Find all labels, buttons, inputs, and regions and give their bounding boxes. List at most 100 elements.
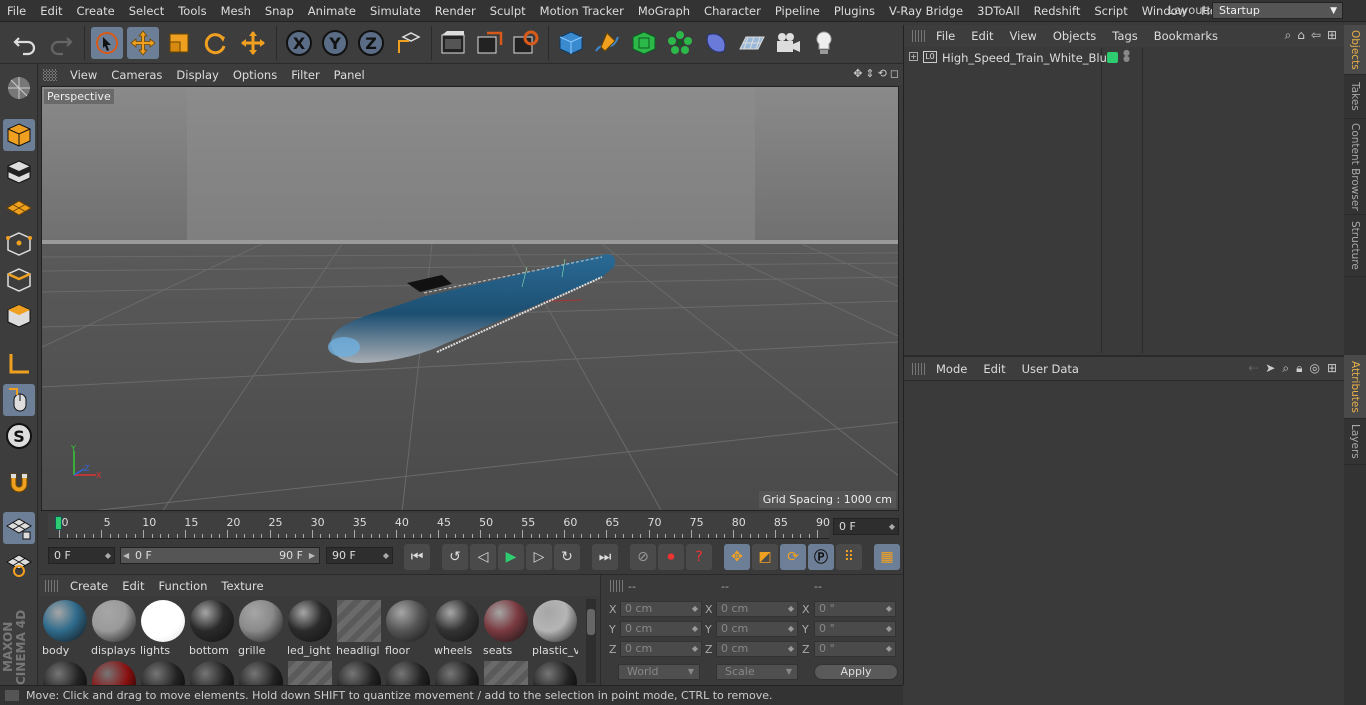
x-axis-icon[interactable]: X (283, 27, 315, 59)
cube-icon[interactable] (555, 27, 587, 59)
material-menu-texture[interactable]: Texture (214, 579, 270, 593)
subdivision-icon[interactable] (628, 27, 660, 59)
layout-select[interactable]: Startup ▼ (1212, 2, 1343, 19)
record-scale-icon[interactable]: ◩ (752, 544, 778, 570)
pointer-icon[interactable]: ➤ (1265, 361, 1275, 376)
attribute-menu-edit[interactable]: Edit (975, 362, 1013, 376)
coordinate-space-dropdown[interactable]: World ▼ (618, 664, 700, 680)
viewport-menu-display[interactable]: Display (169, 68, 225, 82)
deformer-icon[interactable] (700, 27, 732, 59)
model-mode-icon[interactable] (3, 119, 35, 151)
material-swatch[interactable]: headligl (336, 599, 382, 657)
material-preview[interactable] (288, 661, 332, 686)
target-icon[interactable]: ◎ (1309, 361, 1319, 376)
snap-magnet-icon[interactable] (3, 466, 35, 498)
material-preview[interactable] (43, 661, 87, 686)
material-swatch[interactable]: grille (238, 599, 284, 657)
rotation-h-field[interactable]: 0 ° ◆ (814, 601, 896, 617)
rotation-p-field[interactable]: 0 ° ◆ (814, 621, 896, 637)
menu-plugins[interactable]: Plugins (827, 4, 882, 18)
material-preview[interactable] (141, 661, 185, 686)
menu-sculpt[interactable]: Sculpt (483, 4, 533, 18)
planar-workplane-icon[interactable] (3, 548, 35, 580)
points-mode-icon[interactable] (3, 228, 35, 260)
back-arrow-icon[interactable]: ⇠ (1248, 361, 1258, 376)
previous-frame-icon[interactable]: ◁ (470, 544, 496, 570)
workplane-lock-icon[interactable] (3, 512, 35, 544)
pan-icon[interactable]: ✥ (853, 67, 862, 80)
material-swatch[interactable]: plastic_v (532, 599, 578, 657)
keyframe-selection-icon[interactable]: ? (686, 544, 712, 570)
material-menu-function[interactable]: Function (152, 579, 215, 593)
menu-character[interactable]: Character (697, 4, 768, 18)
position-z-field[interactable]: 0 cm ◆ (620, 641, 702, 657)
previous-key-icon[interactable]: ↺ (442, 544, 468, 570)
current-frame-field[interactable]: 0 F ◆ (833, 518, 899, 535)
rotation-b-field[interactable]: 0 ° ◆ (814, 641, 896, 657)
object-row[interactable]: + L0 High_Speed_Train_White_Blue ● ● (904, 49, 1345, 68)
material-preview[interactable] (386, 661, 430, 686)
material-swatch[interactable]: lights (140, 599, 186, 657)
go-to-start-icon[interactable]: ⏮ (404, 544, 430, 570)
lock-icon[interactable]: 🔒︎ (1296, 361, 1302, 376)
material-swatch[interactable]: displays (91, 599, 137, 657)
timeline-window-icon[interactable]: ▦ (874, 544, 900, 570)
menu-mograph[interactable]: MoGraph (631, 4, 697, 18)
tweak-mode-icon[interactable] (3, 384, 35, 416)
menu-script[interactable]: Script (1087, 4, 1134, 18)
dolly-icon[interactable]: ⇕ (865, 67, 874, 80)
z-axis-icon[interactable]: Z (355, 27, 387, 59)
object-menu-view[interactable]: View (1002, 29, 1045, 43)
material-preview[interactable] (484, 661, 528, 686)
viewport-menu-options[interactable]: Options (226, 68, 284, 82)
material-preview[interactable] (239, 661, 283, 686)
menu-create[interactable]: Create (70, 4, 122, 18)
material-preview[interactable] (190, 661, 234, 686)
material-swatch[interactable]: wheels (434, 599, 480, 657)
playhead[interactable] (55, 516, 62, 530)
material-swatch[interactable]: led_ight (287, 599, 333, 657)
tab-content-browser[interactable]: Content Browser (1344, 119, 1366, 215)
size-y-field[interactable]: 0 cm ◆ (716, 621, 798, 637)
next-frame-icon[interactable]: ▷ (526, 544, 552, 570)
menu-tools[interactable]: Tools (171, 4, 213, 18)
move-icon[interactable] (127, 27, 159, 59)
scale-icon[interactable] (163, 27, 195, 59)
axis-mode-icon[interactable] (3, 348, 35, 380)
end-frame-field[interactable]: 90 F ◆ (326, 547, 393, 564)
y-axis-icon[interactable]: Y (319, 27, 351, 59)
size-mode-dropdown[interactable]: Scale ▼ (716, 664, 798, 680)
start-frame-field[interactable]: 0 F ◆ (48, 547, 115, 564)
size-z-field[interactable]: 0 cm ◆ (716, 641, 798, 657)
menu-pipeline[interactable]: Pipeline (768, 4, 827, 18)
timeline-ruler[interactable]: 0 5 10 15 20 25 30 35 40 45 50 55 60 65 70 75 80 85 90 (48, 513, 830, 539)
back-icon[interactable]: ⇦ (1311, 28, 1321, 43)
record-rotation-icon[interactable]: ⟳ (780, 544, 806, 570)
new-window-icon[interactable]: ⊞ (1327, 361, 1337, 376)
next-key-icon[interactable]: ↻ (554, 544, 580, 570)
material-swatch[interactable]: seats (483, 599, 529, 657)
material-swatch[interactable]: body (42, 599, 88, 657)
rotate-icon[interactable] (199, 27, 231, 59)
position-y-field[interactable]: 0 cm ◆ (620, 621, 702, 637)
menu-3dtoall[interactable]: 3DToAll (970, 4, 1027, 18)
render-view-icon[interactable] (437, 27, 469, 59)
viewport-menu-view[interactable]: View (63, 68, 104, 82)
material-preview[interactable] (337, 661, 381, 686)
tab-structure[interactable]: Structure (1344, 215, 1366, 277)
menu-vray-bridge[interactable]: V-Ray Bridge (882, 4, 970, 18)
object-menu-bookmarks[interactable]: Bookmarks (1146, 29, 1226, 43)
material-scrollbar[interactable] (586, 599, 596, 683)
material-menu-create[interactable]: Create (63, 579, 115, 593)
search-icon[interactable]: ⌕ (1282, 361, 1289, 376)
expand-icon[interactable]: + (909, 52, 918, 61)
material-preview[interactable] (533, 661, 577, 686)
menu-select[interactable]: Select (122, 4, 171, 18)
solo-icon[interactable]: S (3, 420, 35, 452)
material-preview[interactable] (92, 661, 136, 686)
menu-redshift[interactable]: Redshift (1027, 4, 1088, 18)
move-axis-icon[interactable] (237, 27, 269, 59)
menu-simulate[interactable]: Simulate (363, 4, 428, 18)
light-icon[interactable] (808, 27, 840, 59)
visibility-dots-icon[interactable]: ● ● (1123, 49, 1130, 63)
